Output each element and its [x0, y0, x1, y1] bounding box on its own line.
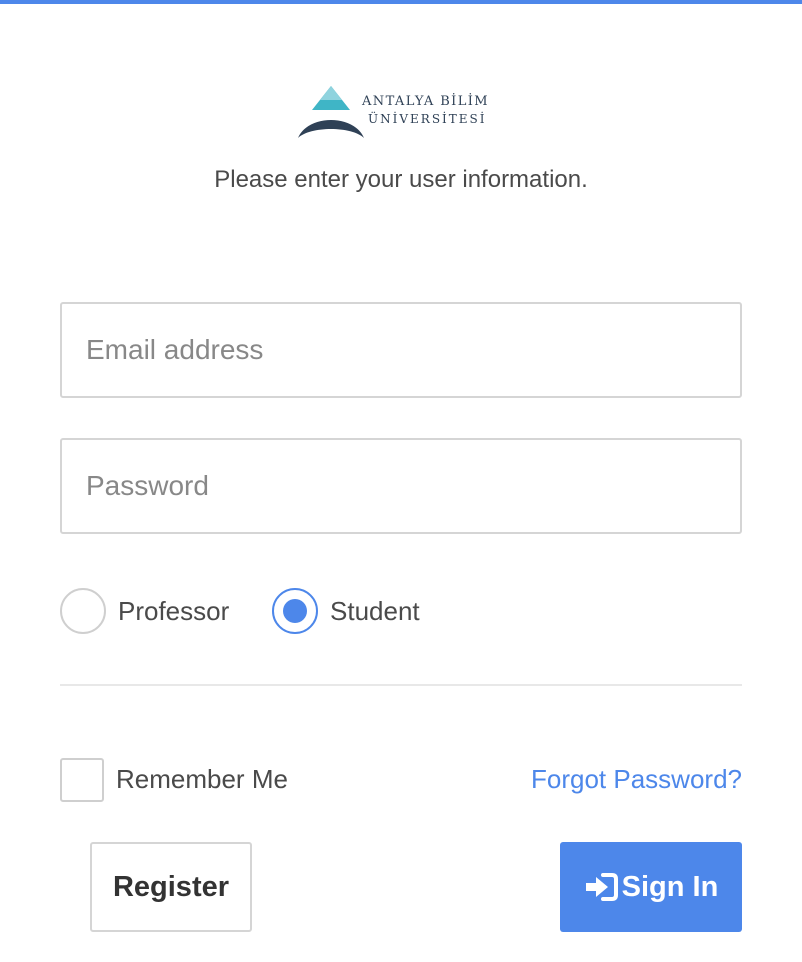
divider: [60, 684, 742, 686]
password-field[interactable]: [60, 438, 742, 534]
sign-in-button[interactable]: Sign In: [560, 842, 742, 932]
remember-me-checkbox[interactable]: [60, 758, 104, 802]
antalya-bilim-logo-icon: [298, 86, 364, 138]
login-page: ANTALYA BİLİM ÜNİVERSİTESİ Please enter …: [0, 0, 802, 962]
instruction-text: Please enter your user information.: [214, 166, 588, 193]
university-logo: ANTALYA BİLİM ÜNİVERSİTESİ: [296, 84, 508, 142]
student-radio[interactable]: [272, 588, 318, 634]
sign-in-button-label: Sign In: [621, 870, 719, 903]
email-field[interactable]: [60, 302, 742, 398]
professor-radio[interactable]: [60, 588, 106, 634]
top-accent-bar: [0, 0, 802, 4]
professor-radio-label[interactable]: Professor: [118, 596, 229, 627]
student-radio-label[interactable]: Student: [330, 596, 420, 627]
logo-text-line2: ÜNİVERSİTESİ: [368, 112, 487, 126]
forgot-password-link[interactable]: Forgot Password?: [531, 764, 742, 795]
remember-me-label[interactable]: Remember Me: [116, 764, 288, 795]
radio-selected-dot: [283, 599, 307, 623]
sign-in-icon: [585, 873, 618, 901]
register-button-label: Register: [112, 870, 230, 903]
logo-text-line1: ANTALYA BİLİM: [362, 94, 489, 109]
register-button[interactable]: Register: [90, 842, 252, 932]
